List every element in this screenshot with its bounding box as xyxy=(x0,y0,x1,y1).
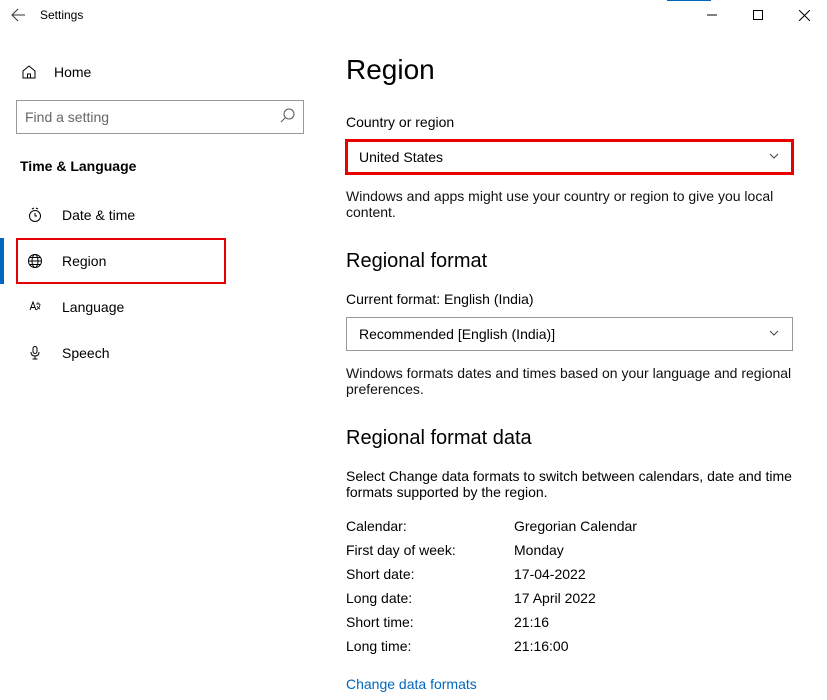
regional-format-heading: Regional format xyxy=(346,250,793,273)
country-label: Country or region xyxy=(346,114,793,130)
format-data-table: Calendar:Gregorian Calendar First day of… xyxy=(346,518,793,654)
row-key: Long time: xyxy=(346,638,514,654)
search-box[interactable] xyxy=(16,100,304,134)
country-dropdown[interactable]: United States xyxy=(346,140,793,174)
country-helper-text: Windows and apps might use your country … xyxy=(346,188,793,220)
format-dropdown-value: Recommended [English (India)] xyxy=(359,326,555,342)
home-nav[interactable]: Home xyxy=(20,64,304,80)
maximize-icon xyxy=(753,10,763,20)
sidebar: Home Time & Language Date & time Region xyxy=(0,30,320,700)
row-value: Gregorian Calendar xyxy=(514,518,637,534)
row-value: 17 April 2022 xyxy=(514,590,596,606)
microphone-icon xyxy=(26,345,44,361)
current-format-label: Current format: English (India) xyxy=(346,291,793,307)
row-key: Long date: xyxy=(346,590,514,606)
close-button[interactable] xyxy=(781,0,827,30)
language-icon xyxy=(26,299,44,315)
content-pane[interactable]: Region Country or region United States W… xyxy=(320,30,827,700)
page-title: Region xyxy=(346,54,793,86)
chevron-down-icon xyxy=(768,326,780,342)
row-key: First day of week: xyxy=(346,542,514,558)
table-row: Short time:21:16 xyxy=(346,614,793,630)
search-input[interactable] xyxy=(17,101,303,133)
sidebar-item-label: Region xyxy=(62,253,106,269)
sidebar-item-label: Language xyxy=(62,299,124,315)
titlebar: Settings xyxy=(0,0,827,30)
format-data-description: Select Change data formats to switch bet… xyxy=(346,468,793,500)
table-row: Long date:17 April 2022 xyxy=(346,590,793,606)
regional-format-data-heading: Regional format data xyxy=(346,427,793,450)
row-key: Short time: xyxy=(346,614,514,630)
accent-strip xyxy=(667,0,711,1)
home-icon xyxy=(20,64,38,80)
row-value: 17-04-2022 xyxy=(514,566,586,582)
search-icon xyxy=(280,108,295,126)
row-key: Calendar: xyxy=(346,518,514,534)
format-helper-text: Windows formats dates and times based on… xyxy=(346,365,793,397)
arrow-left-icon xyxy=(10,7,26,23)
sidebar-nav: Date & time Region Language Speech xyxy=(16,192,304,376)
chevron-down-icon xyxy=(768,149,780,165)
home-label: Home xyxy=(54,64,91,80)
table-row: Long time:21:16:00 xyxy=(346,638,793,654)
close-icon xyxy=(799,10,810,21)
row-value: 21:16:00 xyxy=(514,638,569,654)
sidebar-item-speech[interactable]: Speech xyxy=(16,330,304,376)
window-title: Settings xyxy=(36,8,83,22)
country-dropdown-value: United States xyxy=(359,149,443,165)
back-button[interactable] xyxy=(0,0,36,30)
row-value: Monday xyxy=(514,542,564,558)
sidebar-item-label: Speech xyxy=(62,345,109,361)
row-key: Short date: xyxy=(346,566,514,582)
format-dropdown[interactable]: Recommended [English (India)] xyxy=(346,317,793,351)
table-row: First day of week:Monday xyxy=(346,542,793,558)
sidebar-item-label: Date & time xyxy=(62,207,135,223)
minimize-icon xyxy=(707,10,717,20)
sidebar-item-date-time[interactable]: Date & time xyxy=(16,192,304,238)
sidebar-item-region[interactable]: Region xyxy=(16,238,226,284)
table-row: Short date:17-04-2022 xyxy=(346,566,793,582)
maximize-button[interactable] xyxy=(735,0,781,30)
minimize-button[interactable] xyxy=(689,0,735,30)
globe-icon xyxy=(26,253,44,269)
sidebar-item-language[interactable]: Language xyxy=(16,284,304,330)
clock-icon xyxy=(26,207,44,223)
change-data-formats-link[interactable]: Change data formats xyxy=(346,676,477,692)
row-value: 21:16 xyxy=(514,614,549,630)
sidebar-section-title: Time & Language xyxy=(20,158,304,174)
table-row: Calendar:Gregorian Calendar xyxy=(346,518,793,534)
